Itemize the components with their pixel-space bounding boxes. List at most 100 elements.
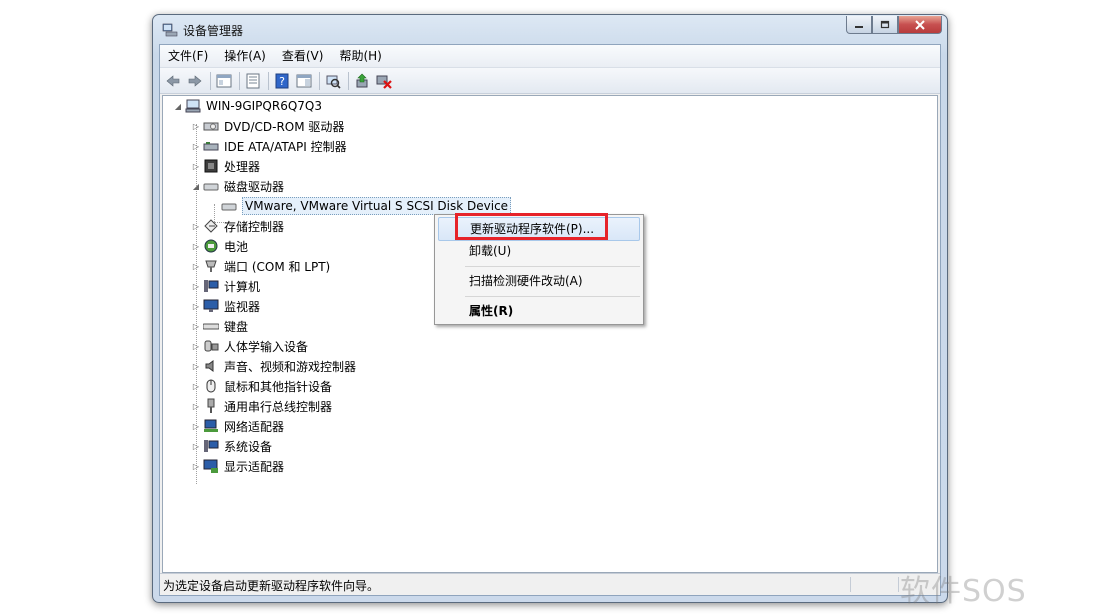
title-bar[interactable]: 设备管理器 bbox=[153, 15, 947, 45]
tree-item-storage[interactable]: ▷ 存储控制器 bbox=[191, 216, 284, 236]
collapse-arrow-icon[interactable]: ◢ bbox=[191, 182, 201, 191]
disk-icon bbox=[221, 198, 237, 214]
menu-separator bbox=[465, 266, 640, 267]
highlight-box bbox=[455, 213, 608, 240]
show-hide-tree-button[interactable] bbox=[214, 71, 234, 91]
tree-item-network[interactable]: ▷ 网络适配器 bbox=[191, 416, 284, 436]
maximize-button[interactable] bbox=[872, 16, 898, 34]
tree-item-label: IDE ATA/ATAPI 控制器 bbox=[224, 139, 347, 154]
menu-scan-hardware-label: 扫描检测硬件改动(A) bbox=[469, 274, 583, 288]
tree-item-system[interactable]: ▷ 系统设备 bbox=[191, 436, 272, 456]
menu-help[interactable]: 帮助(H) bbox=[331, 45, 389, 67]
menu-file[interactable]: 文件(F) bbox=[160, 45, 216, 67]
tree-item-label: 磁盘驱动器 bbox=[224, 179, 285, 194]
tree-item-label: 监视器 bbox=[224, 299, 261, 314]
expand-arrow-icon[interactable]: ▷ bbox=[191, 302, 201, 311]
hid-icon bbox=[203, 338, 219, 354]
expand-arrow-icon[interactable]: ▷ bbox=[191, 262, 201, 271]
tree-root-label: WIN-9GIPQR6Q7Q3 bbox=[206, 99, 322, 113]
expand-arrow-icon[interactable]: ▷ bbox=[191, 122, 201, 131]
tree-item-dvd[interactable]: ▷ DVD/CD-ROM 驱动器 bbox=[191, 116, 345, 136]
menu-properties-label: 属性(R) bbox=[469, 304, 514, 318]
close-icon bbox=[915, 19, 925, 30]
menu-action[interactable]: 操作(A) bbox=[216, 45, 274, 67]
tree-item-usb[interactable]: ▷ 通用串行总线控制器 bbox=[191, 396, 332, 416]
help-button[interactable]: ? bbox=[272, 71, 292, 91]
toolbar-separator bbox=[348, 71, 349, 90]
expand-arrow-icon[interactable]: ▷ bbox=[191, 142, 201, 151]
status-text: 为选定设备启动更新驱动程序软件向导。 bbox=[163, 579, 380, 593]
tree-item-label: 存储控制器 bbox=[224, 219, 285, 234]
menu-uninstall[interactable]: 卸载(U) bbox=[438, 240, 640, 262]
action-pane-button[interactable] bbox=[294, 71, 314, 91]
expand-arrow-icon[interactable]: ▷ bbox=[191, 162, 201, 171]
tree-item-label: 端口 (COM 和 LPT) bbox=[224, 259, 331, 274]
back-button[interactable] bbox=[163, 71, 183, 91]
status-divider bbox=[898, 577, 899, 592]
sound-icon bbox=[203, 358, 219, 374]
update-driver-button[interactable] bbox=[352, 71, 372, 91]
computer-root-icon bbox=[185, 98, 201, 114]
forward-button[interactable] bbox=[185, 71, 205, 91]
device-manager-icon bbox=[162, 23, 178, 37]
expand-arrow-icon[interactable]: ▷ bbox=[191, 362, 201, 371]
minimize-button[interactable] bbox=[846, 16, 872, 34]
expand-arrow-icon[interactable]: ▷ bbox=[191, 462, 201, 471]
tree-item-label: 系统设备 bbox=[224, 439, 273, 454]
display-adapter-icon bbox=[203, 458, 219, 474]
storage-controller-icon bbox=[203, 218, 219, 234]
uninstall-icon bbox=[376, 75, 392, 89]
tree-item-computer[interactable]: ▷ 计算机 bbox=[191, 276, 260, 296]
status-bar: 为选定设备启动更新驱动程序软件向导。 bbox=[160, 573, 940, 595]
tree-item-hid[interactable]: ▷ 人体学输入设备 bbox=[191, 336, 308, 356]
toolbar: ? bbox=[160, 68, 940, 94]
menu-separator bbox=[465, 296, 640, 297]
device-tree[interactable]: ◢ WIN-9GIPQR6Q7Q3 ▷ DVD/CD-ROM 驱动器 ▷ IDE… bbox=[162, 95, 938, 573]
tree-item-display[interactable]: ▷ 显示适配器 bbox=[191, 456, 284, 476]
scan-hardware-icon bbox=[326, 75, 341, 89]
expand-arrow-icon[interactable]: ▷ bbox=[191, 222, 201, 231]
menu-view[interactable]: 查看(V) bbox=[274, 45, 332, 67]
menu-properties[interactable]: 属性(R) bbox=[438, 300, 640, 322]
scan-hardware-button[interactable] bbox=[323, 71, 343, 91]
tree-root[interactable]: ◢ WIN-9GIPQR6Q7Q3 bbox=[173, 96, 322, 116]
close-button[interactable] bbox=[898, 16, 942, 34]
expand-arrow-icon[interactable]: ▷ bbox=[191, 282, 201, 291]
update-driver-icon bbox=[356, 73, 368, 87]
menu-scan-hardware[interactable]: 扫描检测硬件改动(A) bbox=[438, 270, 640, 292]
ide-controller-icon bbox=[203, 138, 219, 154]
tree-item-ports[interactable]: ▷ 端口 (COM 和 LPT) bbox=[191, 256, 330, 276]
computer-icon bbox=[203, 278, 219, 294]
tree-item-monitor[interactable]: ▷ 监视器 bbox=[191, 296, 260, 316]
tree-item-battery[interactable]: ▷ 电池 bbox=[191, 236, 248, 256]
toolbar-separator bbox=[268, 71, 269, 90]
properties-button[interactable] bbox=[243, 71, 263, 91]
toolbar-separator bbox=[319, 71, 320, 90]
expand-arrow-icon[interactable]: ▷ bbox=[191, 382, 201, 391]
expand-arrow-icon[interactable]: ▷ bbox=[191, 342, 201, 351]
tree-item-label: 人体学输入设备 bbox=[224, 339, 309, 354]
expand-arrow-icon[interactable]: ▷ bbox=[191, 402, 201, 411]
mouse-icon bbox=[203, 378, 219, 394]
tree-item-label: 网络适配器 bbox=[224, 419, 285, 434]
tree-item-label: 显示适配器 bbox=[224, 459, 285, 474]
maximize-icon bbox=[880, 20, 890, 28]
battery-icon bbox=[203, 238, 219, 254]
expand-arrow-icon[interactable]: ▷ bbox=[191, 242, 201, 251]
expand-arrow-icon[interactable]: ▷ bbox=[191, 422, 201, 431]
tree-item-processor[interactable]: ▷ 处理器 bbox=[191, 156, 260, 176]
uninstall-button[interactable] bbox=[374, 71, 394, 91]
collapse-arrow-icon[interactable]: ◢ bbox=[173, 102, 183, 111]
tree-item-label: 声音、视频和游戏控制器 bbox=[224, 359, 357, 374]
usb-icon bbox=[203, 398, 219, 414]
help-icon: ? bbox=[275, 73, 289, 88]
tree-item-mouse[interactable]: ▷ 鼠标和其他指针设备 bbox=[191, 376, 332, 396]
tree-item-sound[interactable]: ▷ 声音、视频和游戏控制器 bbox=[191, 356, 356, 376]
expand-arrow-icon[interactable]: ▷ bbox=[191, 322, 201, 331]
tree-item-label: DVD/CD-ROM 驱动器 bbox=[224, 119, 345, 134]
tree-item-keyboard[interactable]: ▷ 键盘 bbox=[191, 316, 248, 336]
tree-item-disk-drives[interactable]: ◢ 磁盘驱动器 bbox=[191, 176, 284, 196]
back-icon bbox=[166, 74, 180, 87]
tree-item-ide[interactable]: ▷ IDE ATA/ATAPI 控制器 bbox=[191, 136, 347, 156]
expand-arrow-icon[interactable]: ▷ bbox=[191, 442, 201, 451]
